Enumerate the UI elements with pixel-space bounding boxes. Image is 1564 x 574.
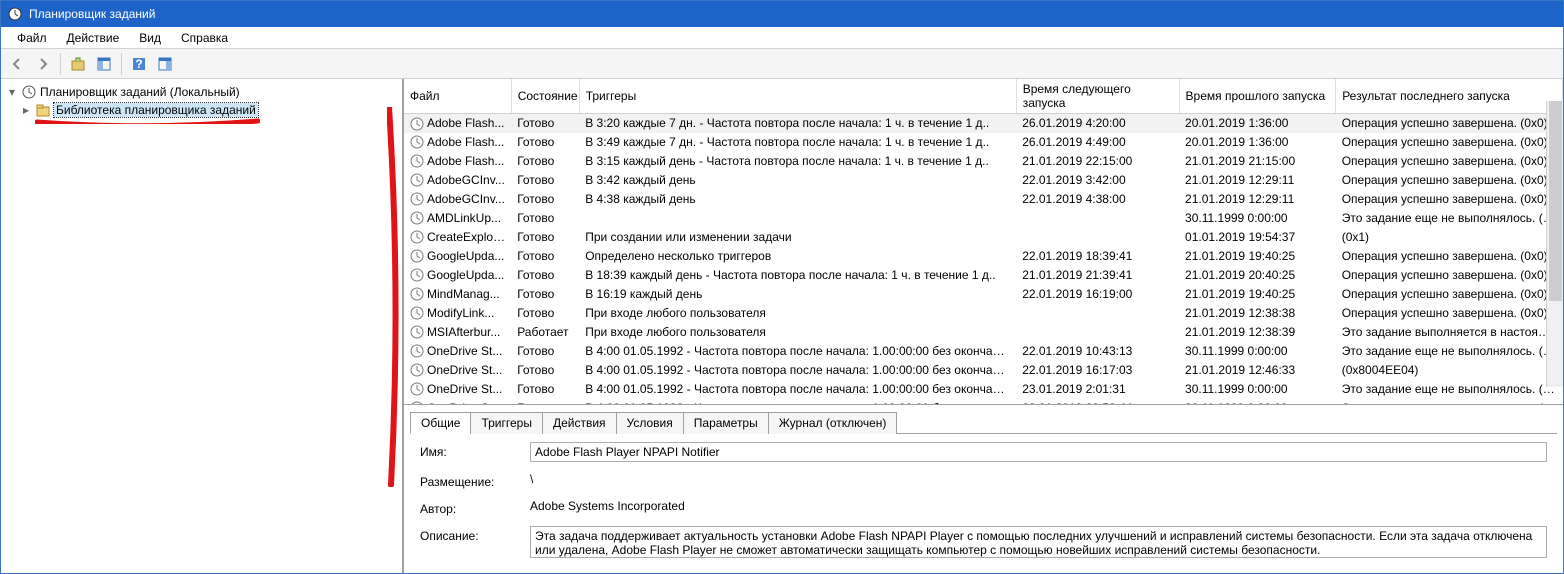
toolbar: ? — [1, 49, 1563, 79]
tab-actions[interactable]: Действия — [542, 412, 617, 434]
collapse-icon[interactable]: ▾ — [9, 85, 21, 99]
panel-button[interactable] — [92, 52, 116, 76]
clock-icon — [410, 287, 424, 301]
tree-root-label: Планировщик заданий (Локальный) — [40, 85, 240, 99]
annotation-curve — [387, 107, 403, 487]
task-row[interactable]: AdobeGCInv...ГотовоВ 4:38 каждый день22.… — [404, 190, 1563, 209]
clock-icon — [410, 249, 424, 263]
menubar: Файл Действие Вид Справка — [1, 27, 1563, 49]
tree-library-label: Библиотека планировщика заданий — [54, 103, 258, 117]
tree-panel: ▾ Планировщик заданий (Локальный) ▸ Библ… — [1, 79, 403, 573]
clock-icon — [410, 173, 424, 187]
library-icon — [35, 102, 51, 118]
window-title: Планировщик заданий — [29, 7, 155, 21]
col-state[interactable]: Состояние — [511, 79, 579, 114]
tab-history[interactable]: Журнал (отключен) — [768, 412, 898, 434]
author-label: Автор: — [420, 499, 530, 516]
task-row[interactable]: AMDLinkUp...Готово30.11.1999 0:00:00Это … — [404, 209, 1563, 228]
menu-view[interactable]: Вид — [129, 29, 171, 47]
location-label: Размещение: — [420, 472, 530, 489]
clock-icon — [410, 325, 424, 339]
tab-conditions[interactable]: Условия — [616, 412, 684, 434]
help-button[interactable]: ? — [127, 52, 151, 76]
col-triggers[interactable]: Триггеры — [579, 79, 1016, 114]
tab-settings[interactable]: Параметры — [683, 412, 769, 434]
svg-text:?: ? — [135, 57, 142, 71]
clock-icon — [410, 211, 424, 225]
task-row[interactable]: Adobe Flash...ГотовоВ 3:20 каждые 7 дн. … — [404, 114, 1563, 133]
clock-icon — [410, 306, 424, 320]
task-row[interactable]: Adobe Flash...ГотовоВ 3:15 каждый день -… — [404, 152, 1563, 171]
menu-action[interactable]: Действие — [57, 29, 130, 47]
task-row[interactable]: MindManag...ГотовоВ 16:19 каждый день22.… — [404, 285, 1563, 304]
location-value: \ — [530, 472, 1547, 486]
clock-icon — [410, 154, 424, 168]
task-grid: Файл Состояние Триггеры Время следующего… — [404, 79, 1563, 405]
tab-general[interactable]: Общие — [410, 412, 471, 434]
task-row[interactable]: OneDrive St...ГотовоВ 4:00 01.05.1992 - … — [404, 380, 1563, 399]
task-row[interactable]: GoogleUpda...ГотовоВ 18:39 каждый день -… — [404, 266, 1563, 285]
task-row[interactable]: Adobe Flash...ГотовоВ 3:49 каждые 7 дн. … — [404, 133, 1563, 152]
expand-icon[interactable]: ▸ — [23, 103, 35, 117]
task-row[interactable]: OneDrive St...ГотовоВ 4:00 01.05.1992 - … — [404, 399, 1563, 406]
col-file[interactable]: Файл — [404, 79, 511, 114]
task-row[interactable]: OneDrive St...ГотовоВ 4:00 01.05.1992 - … — [404, 361, 1563, 380]
scheduler-icon — [21, 84, 37, 100]
col-lastrun[interactable]: Время прошлого запуска — [1179, 79, 1336, 114]
task-row[interactable]: CreateExplor...ГотовоПри создании или из… — [404, 228, 1563, 247]
menu-help[interactable]: Справка — [171, 29, 238, 47]
clock-icon — [410, 344, 424, 358]
titlebar: Планировщик заданий — [1, 1, 1563, 27]
clock-icon — [410, 117, 424, 131]
author-value: Adobe Systems Incorporated — [530, 499, 1547, 513]
task-row[interactable]: GoogleUpda...ГотовоОпределено несколько … — [404, 247, 1563, 266]
app-icon — [7, 6, 23, 22]
up-button[interactable] — [66, 52, 90, 76]
tree-root[interactable]: ▾ Планировщик заданий (Локальный) — [7, 83, 396, 101]
action-button[interactable] — [153, 52, 177, 76]
col-nextrun[interactable]: Время следующего запуска — [1016, 79, 1179, 114]
clock-icon — [410, 135, 424, 149]
task-row[interactable]: ModifyLink...ГотовоПри входе любого поль… — [404, 304, 1563, 323]
name-field[interactable] — [530, 442, 1547, 462]
clock-icon — [410, 363, 424, 377]
description-field[interactable] — [530, 526, 1547, 558]
clock-icon — [410, 401, 424, 405]
back-button[interactable] — [5, 52, 29, 76]
description-label: Описание: — [420, 526, 530, 543]
task-row[interactable]: OneDrive St...ГотовоВ 4:00 01.05.1992 - … — [404, 342, 1563, 361]
col-lastresult[interactable]: Результат последнего запуска — [1336, 79, 1563, 114]
annotation-underline — [35, 118, 260, 124]
name-label: Имя: — [420, 442, 530, 459]
clock-icon — [410, 230, 424, 244]
clock-icon — [410, 268, 424, 282]
clock-icon — [410, 192, 424, 206]
clock-icon — [410, 382, 424, 396]
details-panel: Общие Триггеры Действия Условия Параметр… — [404, 405, 1563, 573]
tree-library[interactable]: ▸ Библиотека планировщика заданий — [7, 101, 396, 119]
tabs: Общие Триггеры Действия Условия Параметр… — [410, 411, 1557, 434]
forward-button[interactable] — [31, 52, 55, 76]
task-row[interactable]: MSIAfterbur...РаботаетПри входе любого п… — [404, 323, 1563, 342]
tab-triggers[interactable]: Триггеры — [470, 412, 543, 434]
menu-file[interactable]: Файл — [7, 29, 57, 47]
vertical-scrollbar[interactable] — [1546, 101, 1563, 387]
task-row[interactable]: AdobeGCInv...ГотовоВ 3:42 каждый день22.… — [404, 171, 1563, 190]
